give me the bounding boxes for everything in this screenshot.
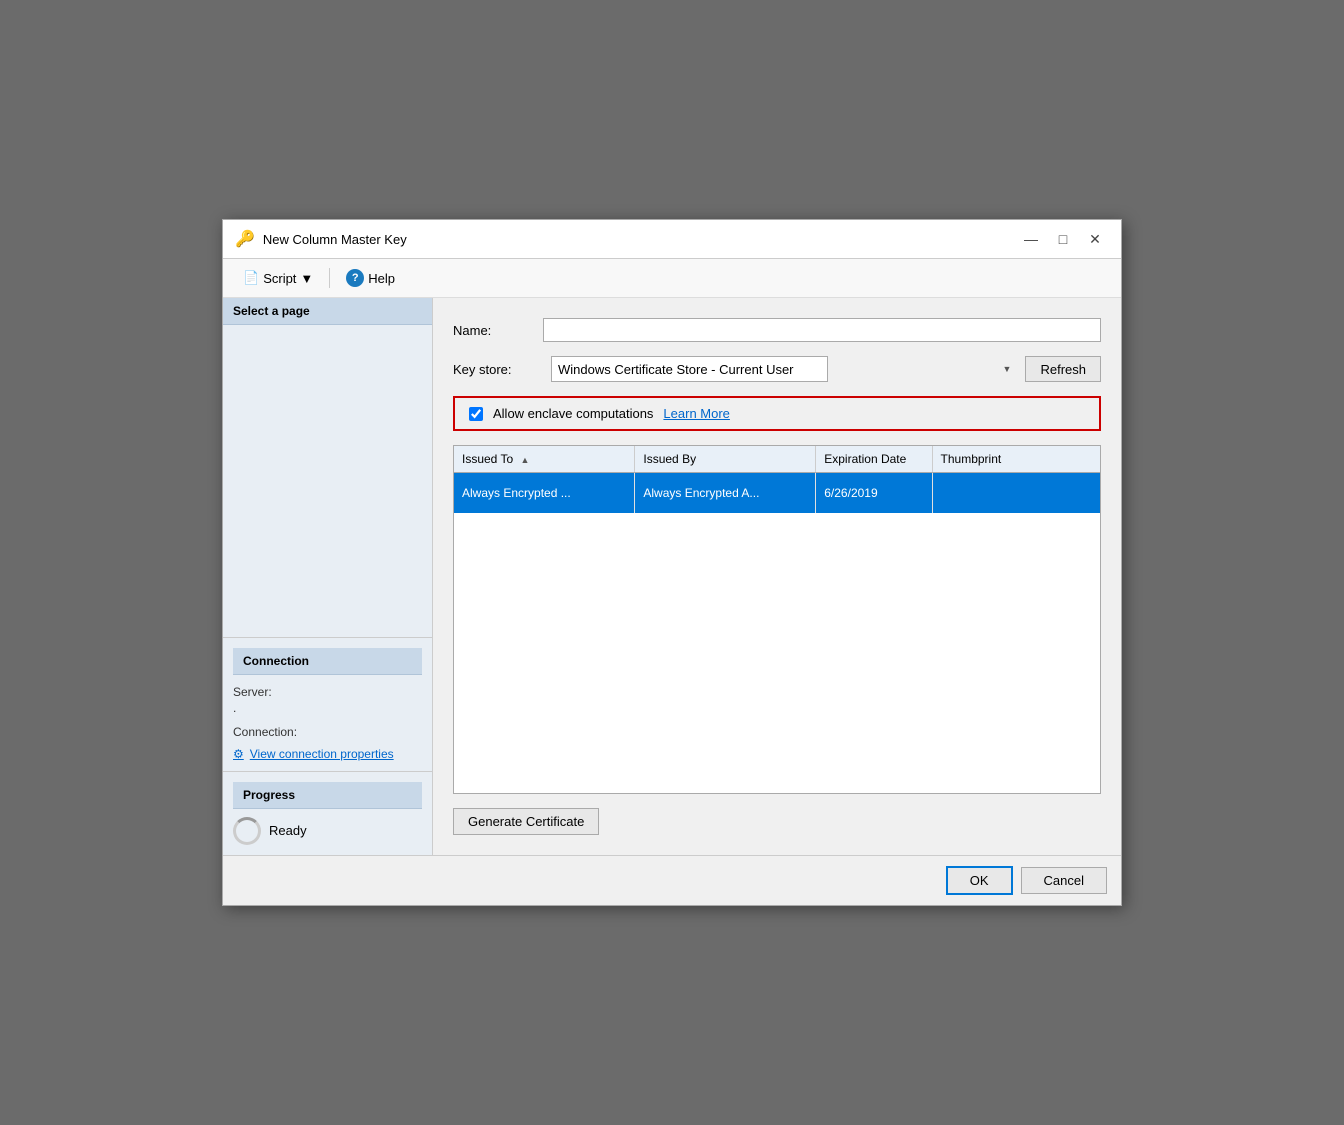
name-label: Name: [453, 323, 543, 338]
title-bar-buttons: — □ ✕ [1017, 228, 1109, 250]
title-bar-left: 🔑 New Column Master Key [235, 229, 407, 249]
learn-more-link[interactable]: Learn More [663, 406, 729, 421]
keystore-select-wrapper: Windows Certificate Store - Current User… [551, 356, 1017, 382]
maximize-button[interactable]: □ [1049, 228, 1077, 250]
progress-section: Progress Ready [223, 771, 432, 855]
certificate-table: Issued To ▲ Issued By Expiration Date Th… [454, 446, 1100, 793]
minimize-button[interactable]: — [1017, 228, 1045, 250]
cell-expiration-date: 6/26/2019 [816, 473, 932, 513]
toolbar-separator [329, 268, 330, 288]
cell-thumbprint [932, 473, 1100, 513]
keystore-select[interactable]: Windows Certificate Store - Current User… [551, 356, 828, 382]
certificate-table-body: Always Encrypted ... Always Encrypted A.… [454, 473, 1100, 793]
dialog-footer: OK Cancel [223, 855, 1121, 905]
toolbar: 📄 Script ▼ ? Help [223, 259, 1121, 298]
col-header-expiration-date[interactable]: Expiration Date [816, 446, 932, 473]
view-connection-properties-link[interactable]: ⚙ View connection properties [233, 747, 422, 761]
col-header-issued-to[interactable]: Issued To ▲ [454, 446, 635, 473]
generate-certificate-button[interactable]: Generate Certificate [453, 808, 599, 835]
cancel-button[interactable]: Cancel [1021, 867, 1107, 894]
help-label: Help [368, 271, 395, 286]
refresh-button[interactable]: Refresh [1025, 356, 1101, 382]
help-button[interactable]: ? Help [338, 265, 403, 291]
keystore-label: Key store: [453, 362, 543, 377]
window-icon: 🔑 [235, 229, 255, 249]
view-connection-label: View connection properties [250, 747, 394, 761]
connections-icon: ⚙ [233, 747, 244, 761]
connection-header: Connection [233, 648, 422, 675]
name-row: Name: [453, 318, 1101, 342]
allow-enclave-label: Allow enclave computations [493, 406, 653, 421]
sort-arrow-issued-to: ▲ [521, 455, 530, 465]
certificate-table-container: Issued To ▲ Issued By Expiration Date Th… [453, 445, 1101, 794]
help-icon: ? [346, 269, 364, 287]
table-row[interactable]: Always Encrypted ... Always Encrypted A.… [454, 473, 1100, 513]
server-label: Server: [233, 685, 422, 699]
name-input[interactable] [543, 318, 1101, 342]
allow-enclave-checkbox[interactable] [469, 407, 483, 421]
select-page-header: Select a page [223, 298, 432, 325]
spinner-icon [233, 817, 261, 845]
sidebar-pages [223, 325, 432, 637]
progress-status-row: Ready [233, 817, 422, 845]
ok-button[interactable]: OK [946, 866, 1013, 895]
keystore-row: Key store: Windows Certificate Store - C… [453, 356, 1101, 382]
cell-issued-by: Always Encrypted A... [635, 473, 816, 513]
main-panel: Name: Key store: Windows Certificate Sto… [433, 298, 1121, 855]
content-area: Select a page Connection Server: . Conne… [223, 298, 1121, 855]
table-header-row: Issued To ▲ Issued By Expiration Date Th… [454, 446, 1100, 473]
enclave-computations-box: Allow enclave computations Learn More [453, 396, 1101, 431]
col-header-issued-by[interactable]: Issued By [635, 446, 816, 473]
col-header-thumbprint[interactable]: Thumbprint [932, 446, 1100, 473]
sidebar: Select a page Connection Server: . Conne… [223, 298, 433, 855]
connection-section: Connection Server: . Connection: ⚙ View … [223, 638, 432, 771]
script-icon: 📄 [243, 270, 259, 286]
script-label: Script [263, 271, 296, 286]
connection-label: Connection: [233, 725, 422, 739]
close-button[interactable]: ✕ [1081, 228, 1109, 250]
server-value: . [233, 701, 422, 715]
cell-issued-to: Always Encrypted ... [454, 473, 635, 513]
dialog-window: 🔑 New Column Master Key — □ ✕ 📄 Script ▼… [222, 219, 1122, 906]
progress-status: Ready [269, 823, 307, 838]
sidebar-bottom: Connection Server: . Connection: ⚙ View … [223, 637, 432, 855]
script-button[interactable]: 📄 Script ▼ [235, 266, 321, 290]
window-title: New Column Master Key [263, 232, 407, 247]
title-bar: 🔑 New Column Master Key — □ ✕ [223, 220, 1121, 259]
progress-header: Progress [233, 782, 422, 809]
script-dropdown-icon: ▼ [300, 271, 313, 286]
